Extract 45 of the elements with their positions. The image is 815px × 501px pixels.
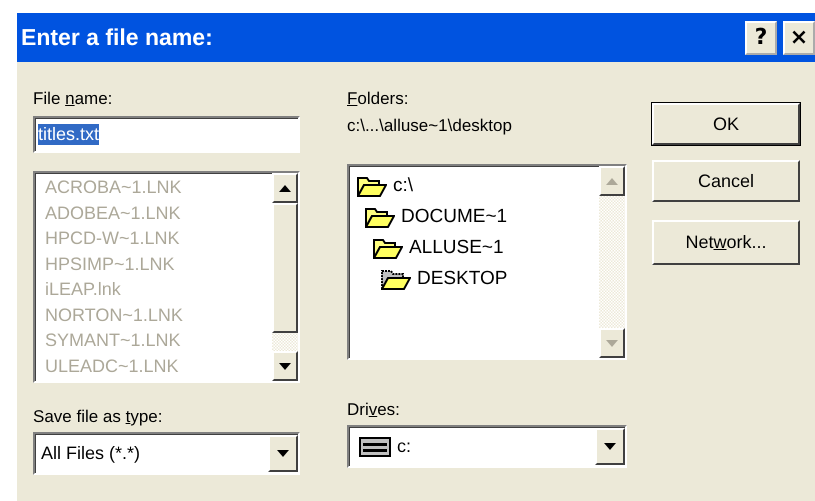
- drive-icon: [359, 436, 391, 456]
- drive-value: c:: [396, 436, 412, 457]
- open-folder-icon: [373, 236, 403, 258]
- save-type-label: Save file as type:: [33, 406, 164, 428]
- folder-name: ALLUSE~1: [409, 236, 504, 258]
- scrollbar[interactable]: [272, 173, 298, 381]
- window-title: Enter a file name:: [21, 24, 214, 51]
- folder-name: c:\: [393, 174, 414, 196]
- scrollbar[interactable]: [599, 166, 625, 358]
- open-folder-icon: [357, 174, 387, 196]
- folder-path: c:\...\alluse~1\desktop: [347, 116, 513, 137]
- open-folder-icon: [381, 268, 411, 290]
- down-arrow-icon: [604, 443, 616, 450]
- dialog-button[interactable]: Network...: [652, 220, 800, 265]
- folder-item[interactable]: c:\: [357, 170, 599, 201]
- folder-item[interactable]: DESKTOP: [357, 263, 599, 294]
- save-type-dropdown[interactable]: All Files (*.*): [33, 432, 300, 475]
- folder-item[interactable]: DOCUME~1: [357, 201, 599, 232]
- file-name-field[interactable]: titles.txt: [33, 116, 300, 153]
- save-type-value: All Files (*.*): [40, 443, 142, 464]
- up-arrow-icon: [279, 184, 291, 192]
- dialog-button[interactable]: OK: [652, 103, 800, 145]
- file-name-value: titles.txt: [38, 124, 100, 145]
- folder-item[interactable]: ALLUSE~1: [357, 232, 599, 263]
- open-folder-icon: [365, 206, 395, 228]
- folders-label: Folders:: [347, 88, 410, 110]
- down-arrow-icon: [277, 450, 289, 457]
- dropdown-button[interactable]: [268, 435, 298, 472]
- drives-dropdown[interactable]: c:: [347, 425, 627, 468]
- dialog-button[interactable]: Cancel: [652, 160, 800, 202]
- folder-name: DESKTOP: [417, 268, 508, 290]
- scroll-thumb[interactable]: [272, 203, 298, 333]
- folder-name: DOCUME~1: [401, 206, 508, 228]
- up-arrow-icon: [606, 178, 618, 184]
- drives-label: Drives:: [347, 399, 401, 421]
- close-button[interactable]: ×: [783, 20, 815, 54]
- down-arrow-icon: [279, 362, 291, 370]
- dropdown-button[interactable]: [595, 428, 625, 465]
- scroll-up-button[interactable]: [599, 166, 625, 196]
- scroll-down-button[interactable]: [272, 351, 298, 381]
- down-arrow-icon: [606, 340, 618, 346]
- file-name-label: File name:: [33, 88, 114, 110]
- scroll-down-button[interactable]: [599, 328, 625, 358]
- scroll-up-button[interactable]: [272, 173, 298, 203]
- help-button[interactable]: ?: [745, 20, 777, 54]
